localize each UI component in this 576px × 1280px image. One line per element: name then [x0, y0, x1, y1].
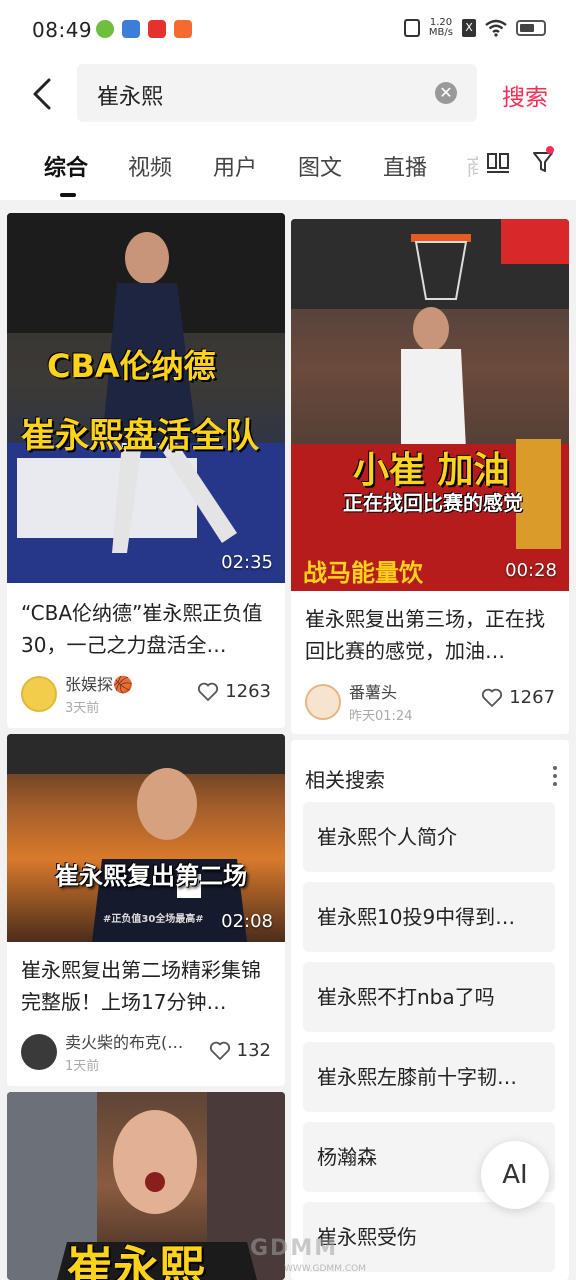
author-meta: 卖火柴的布克(… 1天前 [65, 1029, 183, 1074]
author-name: 张娱探🏀 [65, 675, 133, 694]
video-card[interactable]: CBA伦纳德 崔永熙盘活全队 02:35 “CBA伦纳德”崔永熙正负值30，一己… [7, 213, 285, 728]
thumbnail-caption: 崔永熙 [67, 1241, 205, 1280]
net-speed-unit: MB/s [428, 27, 453, 38]
like-value: 132 [236, 1040, 271, 1061]
thumbnail-caption: 正在找回比赛的感觉 [343, 491, 523, 515]
related-search-item[interactable]: 崔永熙10投9中得到… [303, 882, 555, 952]
back-icon[interactable] [28, 76, 58, 112]
status-time: 08:49 [32, 18, 93, 42]
author-name: 卖火柴的布克(… [65, 1033, 184, 1052]
video-title[interactable]: 崔永熙复出第三场，正在找回比赛的感觉，加油… [305, 603, 561, 667]
thumbnail-caption: CBA伦纳德 [47, 347, 216, 385]
video-card[interactable]: 崔永熙复出第二场 #正负值30全场最高# 02:08 崔永熙复出第二场精彩集锦完… [7, 734, 285, 1086]
heart-icon [209, 1041, 230, 1060]
related-search-item[interactable]: 崔永熙受伤 [303, 1202, 555, 1272]
related-search-item[interactable]: 崔永熙个人简介 [303, 802, 555, 872]
tab-posts[interactable]: 图文 [298, 150, 342, 182]
status-app-icons [96, 20, 192, 38]
video-card[interactable]: 小崔 加油 正在找回比赛的感觉 战马能量饮 00:28 崔永熙复出第三场，正在找… [291, 219, 569, 734]
layout-toggle-icon[interactable] [486, 152, 510, 174]
more-options-icon[interactable] [553, 766, 557, 790]
notification-app-icon [174, 20, 192, 38]
avatar[interactable] [21, 675, 57, 712]
vibrate-icon [403, 19, 420, 37]
battery-icon [516, 20, 546, 36]
search-button[interactable]: 搜索 [502, 78, 548, 112]
avatar[interactable] [21, 1033, 57, 1070]
result-tabs: 综合 视频 用户 图文 直播 商 [0, 130, 576, 200]
video-thumbnail[interactable]: 崔永熙复出第二场 #正负值30全场最高# 02:08 [7, 734, 285, 942]
like-value: 1263 [225, 681, 271, 702]
post-time: 3天前 [65, 701, 100, 716]
author-meta: 番薯头 昨天01:24 [349, 679, 412, 724]
tab-users[interactable]: 用户 [213, 150, 257, 182]
heart-icon [198, 682, 219, 701]
video-duration: 02:35 [221, 552, 273, 573]
video-card[interactable]: 崔永熙 [7, 1092, 285, 1280]
related-search-item[interactable]: 崔永熙不打nba了吗 [303, 962, 555, 1032]
video-thumbnail[interactable]: CBA伦纳德 崔永熙盘活全队 02:35 [7, 213, 285, 583]
post-time: 昨天01:24 [349, 709, 413, 724]
video-title[interactable]: 崔永熙复出第二场精彩集锦完整版！上场17分钟… [21, 954, 277, 1018]
network-speed: 1.20 MB/s [429, 18, 453, 38]
filter-badge [546, 146, 554, 154]
notification-app-icon [122, 20, 140, 38]
like-count[interactable]: 132 [209, 1040, 271, 1061]
related-searches-title: 相关搜索 [305, 768, 385, 792]
thumbnail-caption: 战马能量饮 [303, 559, 423, 587]
like-value: 1267 [509, 687, 555, 708]
thumbnail-scene [291, 219, 569, 591]
video-author[interactable]: 卖火柴的布克(… 1天前 [21, 1029, 183, 1074]
thumbnail-caption: 小崔 加油 [353, 450, 510, 491]
video-author[interactable]: 番薯头 昨天01:24 [305, 679, 412, 724]
video-thumbnail[interactable]: 崔永熙 [7, 1092, 285, 1280]
related-search-item[interactable]: 崔永熙左膝前十字韧… [303, 1042, 555, 1112]
author-meta: 张娱探🏀 3天前 [65, 671, 133, 716]
thumbnail-caption: 崔永熙复出第二场 [55, 862, 247, 890]
author-name: 番薯头 [349, 683, 398, 702]
post-time: 1天前 [65, 1059, 100, 1074]
like-count[interactable]: 1263 [197, 681, 271, 702]
video-duration: 00:28 [505, 560, 557, 581]
video-duration: 02:08 [221, 911, 273, 932]
tab-all[interactable]: 综合 [44, 150, 88, 182]
watermark: GDMM [250, 1236, 339, 1261]
tab-live[interactable]: 直播 [383, 150, 427, 182]
avatar[interactable] [305, 683, 341, 720]
video-author[interactable]: 张娱探🏀 3天前 [21, 671, 133, 716]
status-bar: 08:49 1.20 MB/s X [0, 0, 576, 58]
search-query[interactable]: 崔永熙 [97, 79, 163, 111]
heart-icon [482, 688, 503, 707]
thumbnail-caption: #正负值30全场最高# [103, 914, 204, 925]
search-input[interactable]: 崔永熙 ✕ [77, 64, 477, 122]
clear-icon[interactable]: ✕ [435, 82, 457, 104]
like-count[interactable]: 1267 [481, 687, 555, 708]
ai-assistant-button[interactable]: AI [481, 1141, 549, 1209]
notification-app-icon [96, 20, 114, 38]
x-notification-icon: X [462, 19, 476, 37]
active-tab-indicator [60, 193, 76, 197]
search-header: 崔永熙 ✕ 搜索 [0, 58, 576, 130]
watermark-url: WWW.GDMM.COM [284, 1264, 366, 1274]
notification-app-icon [148, 20, 166, 38]
video-thumbnail[interactable]: 小崔 加油 正在找回比赛的感觉 战马能量饮 00:28 [291, 219, 569, 591]
status-system-icons: 1.20 MB/s X [403, 18, 546, 38]
wifi-icon [485, 19, 507, 37]
tab-overflow[interactable]: 商 [466, 150, 478, 182]
video-title[interactable]: “CBA伦纳德”崔永熙正负值30，一己之力盘活全… [21, 597, 277, 661]
thumbnail-scene [7, 213, 285, 583]
thumbnail-caption: 崔永熙盘活全队 [21, 416, 259, 456]
tab-video[interactable]: 视频 [128, 150, 172, 182]
